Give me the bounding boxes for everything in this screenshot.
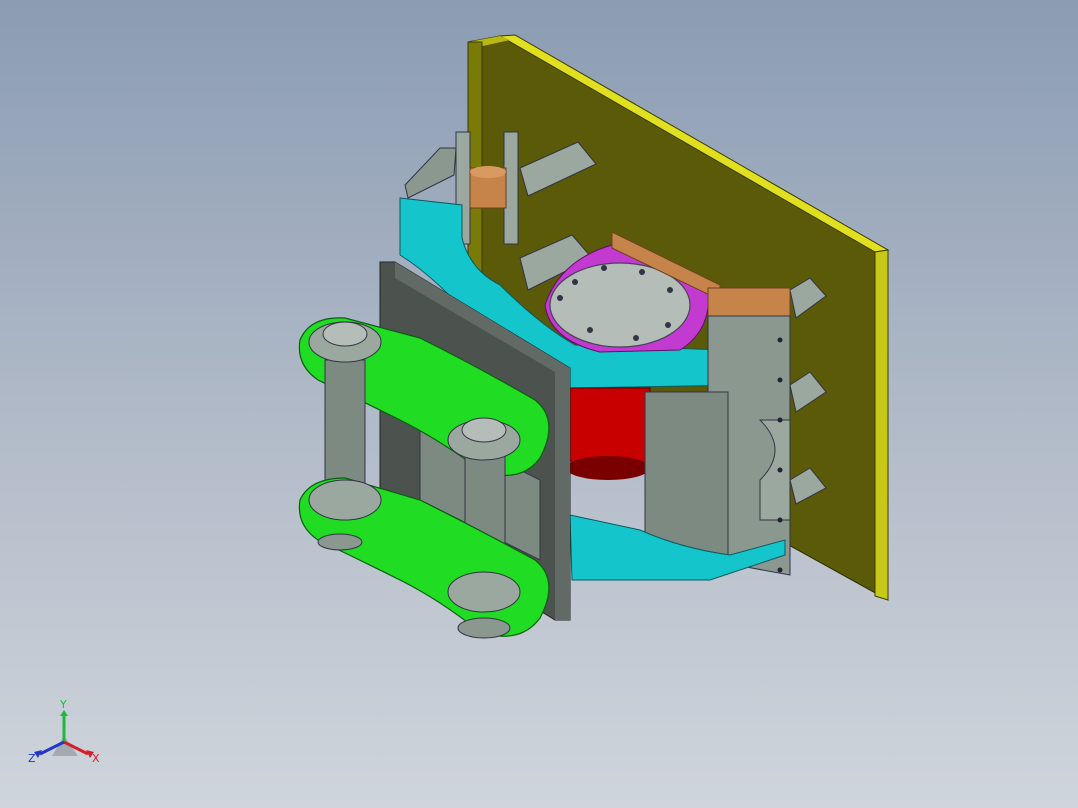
- y-axis-label: Y: [59, 698, 67, 711]
- graphics-viewport[interactable]: Y X Z: [0, 0, 1078, 808]
- rotator-body[interactable]: [566, 387, 651, 480]
- x-axis-label: X: [92, 752, 100, 765]
- z-axis-label: Z: [28, 752, 36, 765]
- orientation-triad: Y X Z: [28, 698, 100, 765]
- cad-model-assembly[interactable]: [0, 0, 1078, 808]
